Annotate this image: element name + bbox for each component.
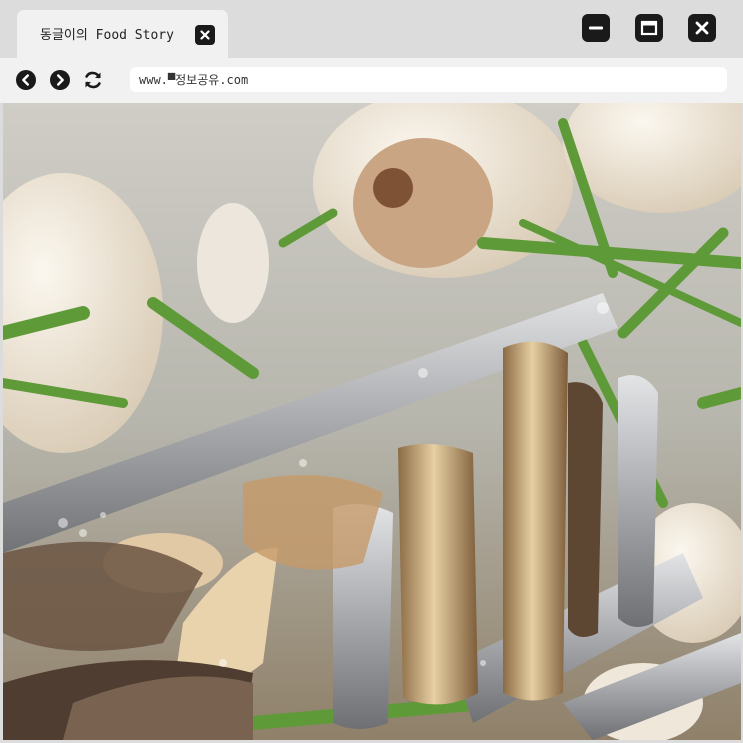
razor-clam-soup-image bbox=[3, 103, 741, 740]
close-icon bbox=[200, 30, 210, 40]
browser-window: 동글이의 Food Story www.▀정보공유.com bbox=[0, 0, 743, 743]
browser-tab[interactable]: 동글이의 Food Story bbox=[17, 10, 228, 58]
back-button[interactable] bbox=[16, 70, 36, 90]
back-arrow-icon bbox=[16, 70, 36, 90]
close-icon bbox=[695, 21, 709, 35]
forward-arrow-icon bbox=[50, 70, 70, 90]
food-photo bbox=[3, 103, 741, 740]
maximize-icon bbox=[640, 20, 658, 36]
address-bar[interactable]: www.▀정보공유.com bbox=[130, 67, 727, 92]
tab-close-button[interactable] bbox=[195, 25, 215, 45]
title-bar: 동글이의 Food Story bbox=[0, 0, 743, 58]
browser-toolbar: www.▀정보공유.com bbox=[0, 58, 743, 103]
tab-title: 동글이의 Food Story bbox=[40, 28, 174, 43]
reload-icon bbox=[85, 71, 101, 89]
forward-button[interactable] bbox=[50, 70, 70, 90]
minimize-icon bbox=[589, 26, 603, 30]
address-url: www.▀정보공유.com bbox=[139, 73, 249, 87]
minimize-button[interactable] bbox=[582, 14, 610, 42]
maximize-button[interactable] bbox=[635, 14, 663, 42]
close-window-button[interactable] bbox=[688, 14, 716, 42]
reload-button[interactable] bbox=[83, 70, 103, 90]
